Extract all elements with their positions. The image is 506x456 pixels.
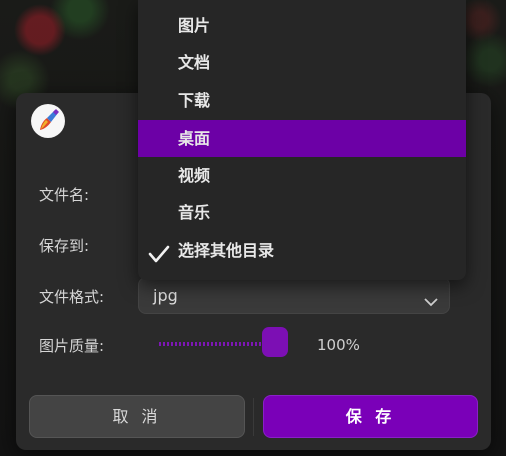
menu-item-choose-other-directory[interactable]: 选择其他目录: [138, 232, 466, 269]
file-format-select[interactable]: jpg: [138, 277, 450, 314]
menu-item-label: 音乐: [178, 203, 211, 222]
menu-item-label: 图片: [178, 16, 211, 35]
menu-item-label: 选择其他目录: [178, 241, 275, 260]
menu-item-label: 文档: [178, 53, 211, 72]
menu-item-downloads[interactable]: 下载: [138, 82, 466, 119]
menu-item-label: 视频: [178, 166, 211, 185]
menu-item-videos[interactable]: 视频: [138, 157, 466, 194]
chevron-down-icon: [423, 287, 439, 307]
button-divider: [253, 398, 254, 436]
menu-item-label: 下载: [178, 91, 211, 110]
save-to-label: 保存到:: [39, 237, 90, 255]
cancel-button[interactable]: 取 消: [29, 395, 245, 438]
image-quality-label: 图片质量:: [39, 337, 105, 355]
checkmark-icon: [148, 240, 170, 263]
file-format-value: jpg: [153, 286, 178, 305]
save-button[interactable]: 保 存: [263, 395, 478, 438]
menu-item-music[interactable]: 音乐: [138, 194, 466, 231]
save-to-dropdown-menu: 图片 文档 下载 桌面 视频 音乐 选择其他目录: [138, 0, 466, 280]
file-format-label: 文件格式:: [39, 288, 105, 306]
menu-item-label: 桌面: [178, 129, 211, 148]
image-quality-slider-handle[interactable]: [262, 327, 288, 357]
image-quality-value: 100%: [317, 336, 360, 354]
menu-item-documents[interactable]: 文档: [138, 44, 466, 81]
menu-item-pictures[interactable]: 图片: [138, 7, 466, 44]
filename-label: 文件名:: [39, 186, 90, 204]
menu-item-desktop[interactable]: 桌面: [138, 120, 466, 157]
paint-brush-logo-icon: [31, 104, 65, 138]
